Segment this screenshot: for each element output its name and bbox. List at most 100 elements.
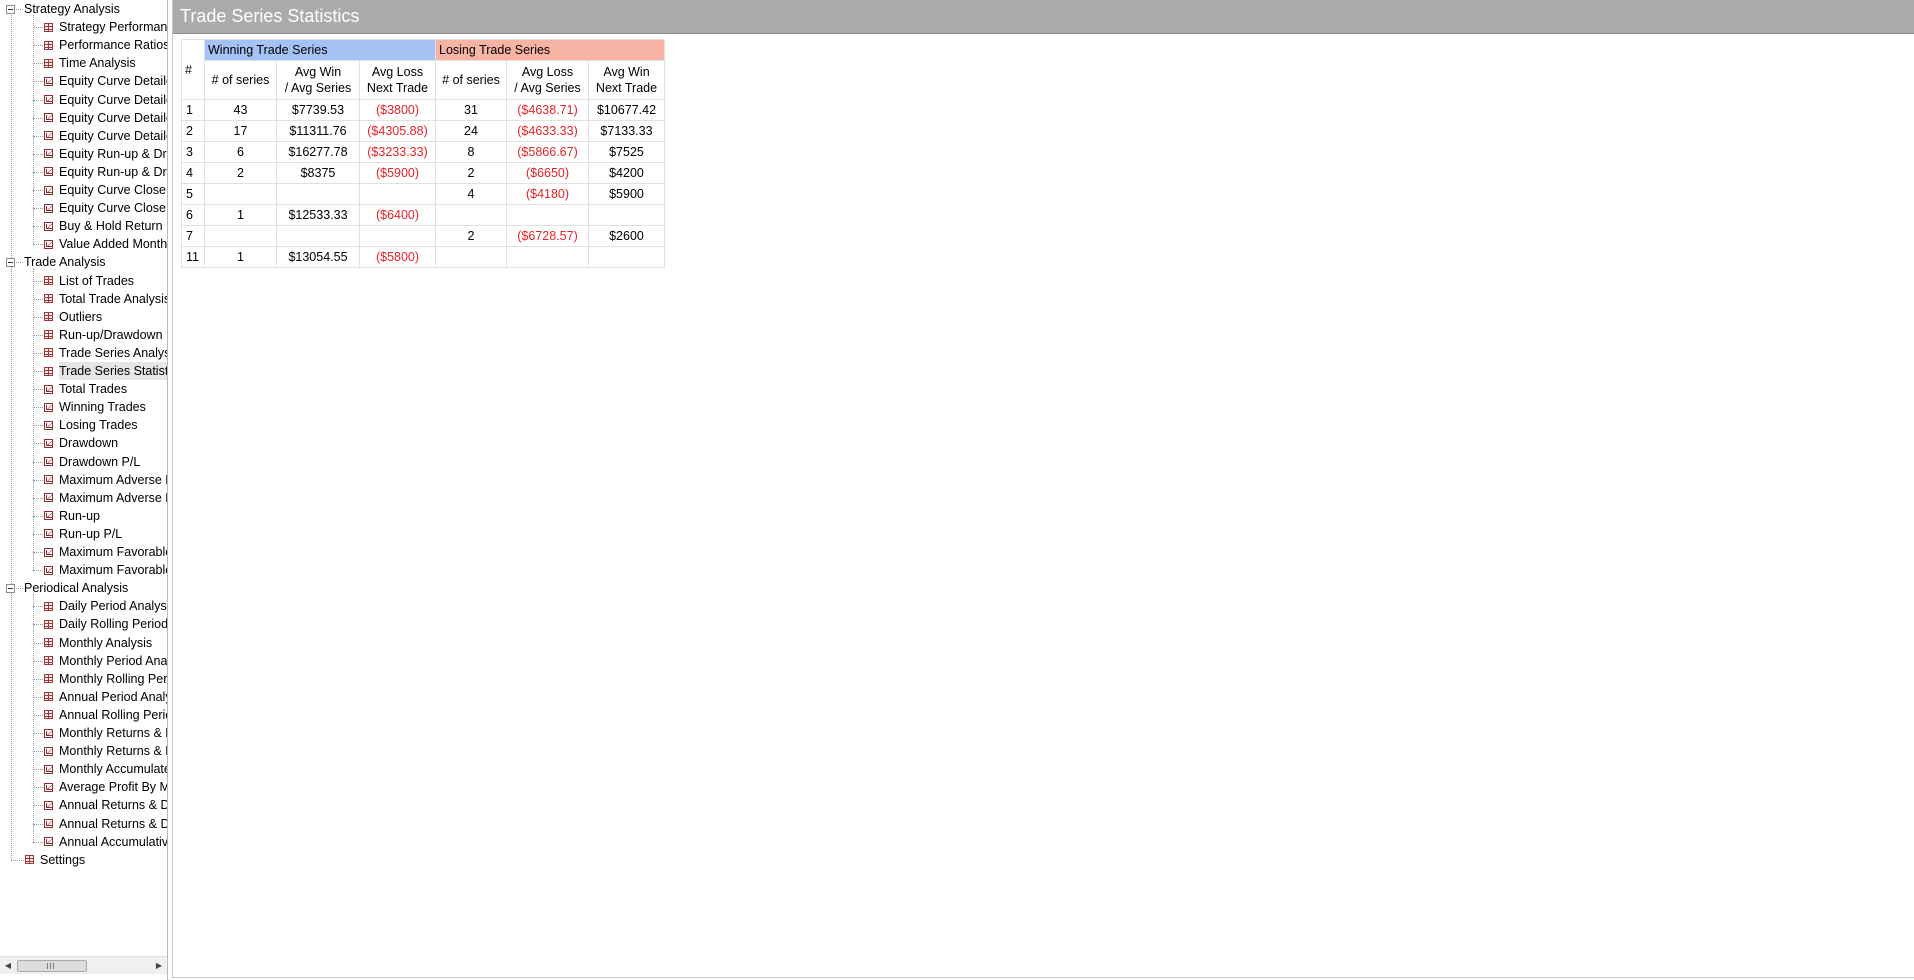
tree-item-monthly-rolling-period-analysis[interactable]: Monthly Rolling Period Analysis [59, 670, 167, 688]
tree-item-performance-ratios[interactable]: Performance Ratios [59, 36, 167, 54]
tree-horizontal-scrollbar[interactable]: ◀ ▶ [0, 956, 167, 974]
tree-item-average-profit-by-month[interactable]: Average Profit By Month [59, 778, 167, 796]
tree-connector [33, 497, 43, 499]
winning-avg-cell: $12533.33 [276, 204, 360, 226]
tree-item-annual-rolling-period-analysis[interactable]: Annual Rolling Period Analysis [59, 706, 167, 724]
tree-group-trade-analysis[interactable]: Trade Analysis [24, 253, 167, 271]
tree-item-monthly-returns-drawdown[interactable]: Monthly Returns & Drawdown [59, 724, 167, 742]
tree-item-strategy-performance-report[interactable]: Strategy Performance Report [59, 18, 167, 36]
series-length-cell: 2 [181, 120, 205, 142]
tree-item-trade-series-statistics[interactable]: Trade Series Statistics [59, 362, 167, 380]
trade-series-statistics-table: # Winning Trade Series Losing Trade Seri… [181, 39, 665, 268]
tree-item-total-trades[interactable]: Total Trades [59, 380, 167, 398]
tree-item-total-trade-analysis[interactable]: Total Trade Analysis [59, 290, 167, 308]
tree-connector [33, 461, 43, 463]
table-icon [44, 294, 53, 304]
tree-item-annual-period-analysis[interactable]: Annual Period Analysis [59, 688, 167, 706]
tree-item-run-up[interactable]: Run-up [59, 507, 167, 525]
tree-connector [33, 751, 43, 753]
tree-item-equity-run-up-drawdown[interactable]: Equity Run-up & Drawdown [59, 145, 167, 163]
tree-item-daily-period-analysis[interactable]: Daily Period Analysis [59, 597, 167, 615]
table-row: 6 1 $12533.33 ($6400) [181, 204, 665, 226]
column-header-line: Next Trade [366, 81, 429, 95]
tree-item-winning-trades[interactable]: Winning Trades [59, 398, 167, 416]
tree-connector [33, 226, 43, 228]
tree-item-annual-returns-drawdown[interactable]: Annual Returns & Drawdown [59, 815, 167, 833]
tree-connector [33, 696, 43, 698]
tree-item-equity-curve-detailed[interactable]: Equity Curve Detailed [59, 127, 167, 145]
tree-group-periodical-analysis[interactable]: Periodical Analysis [24, 579, 167, 597]
tree-item-monthly-analysis[interactable]: Monthly Analysis [59, 634, 167, 652]
table-row: 4 2 $8375 ($5900) 2 ($6650) $4200 [181, 162, 665, 184]
tree-connector [33, 45, 43, 47]
tree-item-maximum-favorable-excursion[interactable]: Maximum Favorable Excursion [59, 543, 167, 561]
chart-icon [44, 76, 53, 86]
tree-item-annual-returns-drawdown[interactable]: Annual Returns & Drawdown [59, 796, 167, 814]
chart-icon [44, 438, 53, 448]
tree-item-time-analysis[interactable]: Time Analysis [59, 54, 167, 72]
tree-connector [16, 262, 23, 264]
tree-item-equity-curve-close-to-close[interactable]: Equity Curve Close To Close [59, 199, 167, 217]
tree-item-maximum-adverse-excursion[interactable]: Maximum Adverse Excursion [59, 471, 167, 489]
tree-connector [16, 588, 23, 590]
tree-item-daily-rolling-period-analysis[interactable]: Daily Rolling Period Analysis [59, 615, 167, 633]
table-icon [44, 366, 53, 376]
tree-item-equity-curve-detailed[interactable]: Equity Curve Detailed [59, 109, 167, 127]
chart-icon [44, 511, 53, 521]
tree-item-trade-series-analysis[interactable]: Trade Series Analysis [59, 344, 167, 362]
tree-item-maximum-favorable-excursion[interactable]: Maximum Favorable Excursion [59, 561, 167, 579]
tree-item-maximum-adverse-excursion[interactable]: Maximum Adverse Excursion [59, 489, 167, 507]
scroll-left-arrow-icon[interactable]: ◀ [0, 957, 16, 974]
tree-item-drawdown[interactable]: Drawdown [59, 434, 167, 452]
tree-item-settings[interactable]: Settings [40, 851, 167, 869]
winning-next-cell: ($4305.88) [359, 120, 436, 142]
tree-connector [33, 533, 43, 535]
series-length-cell: 7 [181, 225, 205, 247]
tree-item-equity-curve-detailed[interactable]: Equity Curve Detailed [59, 91, 167, 109]
collapse-toggle-icon[interactable] [6, 4, 15, 14]
tree-group-strategy-analysis[interactable]: Strategy Analysis [24, 0, 167, 18]
chart-icon [44, 203, 53, 213]
tree-item-annual-accumulative-returns[interactable]: Annual Accumulative Returns [59, 833, 167, 851]
tree-connector [33, 769, 43, 771]
tree-item-equity-run-up-drawdown[interactable]: Equity Run-up & Drawdown [59, 163, 167, 181]
tree-item-drawdown-p-l[interactable]: Drawdown P/L [59, 453, 167, 471]
tree-item-equity-curve-close-to-close[interactable]: Equity Curve Close To Close [59, 181, 167, 199]
scroll-thumb[interactable] [17, 960, 87, 972]
winning-next-cell: ($3800) [359, 99, 436, 121]
column-header-line: Avg Loss [371, 65, 424, 79]
tree-connector [33, 606, 43, 608]
table-row: 7 2 ($6728.57) $2600 [181, 225, 665, 247]
tree-item-monthly-period-analysis[interactable]: Monthly Period Analysis [59, 652, 167, 670]
report-content-pane: Trade Series Statistics # Winning Trade … [172, 0, 1914, 978]
scroll-right-arrow-icon[interactable]: ▶ [151, 957, 167, 974]
tree-item-losing-trades[interactable]: Losing Trades [59, 416, 167, 434]
tree-item-list-of-trades[interactable]: List of Trades [59, 272, 167, 290]
tree-connector [33, 63, 43, 65]
winning-avg-cell: $11311.76 [276, 120, 360, 142]
chart-icon [44, 746, 53, 756]
series-length-cell: 6 [181, 204, 205, 226]
chart-icon [44, 95, 53, 104]
losing-next-cell: $7133.33 [588, 120, 665, 142]
tree-item-monthly-accumulated-returns[interactable]: Monthly Accumulated Returns [59, 760, 167, 778]
collapse-toggle-icon[interactable] [6, 257, 15, 267]
collapse-toggle-icon[interactable] [6, 583, 15, 593]
winning-avg-loss-next-header: Avg Loss Next Trade [359, 60, 436, 100]
tree-item-buy-hold-return[interactable]: Buy & Hold Return [59, 217, 167, 235]
winning-next-cell: ($5900) [359, 162, 436, 184]
chart-icon [44, 547, 53, 557]
tree-item-outliers[interactable]: Outliers [59, 308, 167, 326]
tree-item-equity-curve-detailed[interactable]: Equity Curve Detailed [59, 72, 167, 90]
tree-item-monthly-returns-drawdown[interactable]: Monthly Returns & Drawdown [59, 742, 167, 760]
losing-next-cell [588, 204, 665, 226]
table-icon [44, 348, 53, 358]
tree-connector [33, 594, 34, 842]
tree-item-run-up-drawdown[interactable]: Run-up/Drawdown [59, 326, 167, 344]
tree-item-value-added-monthly[interactable]: Value Added Monthly [59, 235, 167, 253]
chart-icon [44, 420, 53, 430]
tree-item-run-up-p-l[interactable]: Run-up P/L [59, 525, 167, 543]
chart-icon [44, 457, 53, 466]
tree-connector [33, 805, 43, 807]
tree-root-connector [11, 15, 12, 860]
